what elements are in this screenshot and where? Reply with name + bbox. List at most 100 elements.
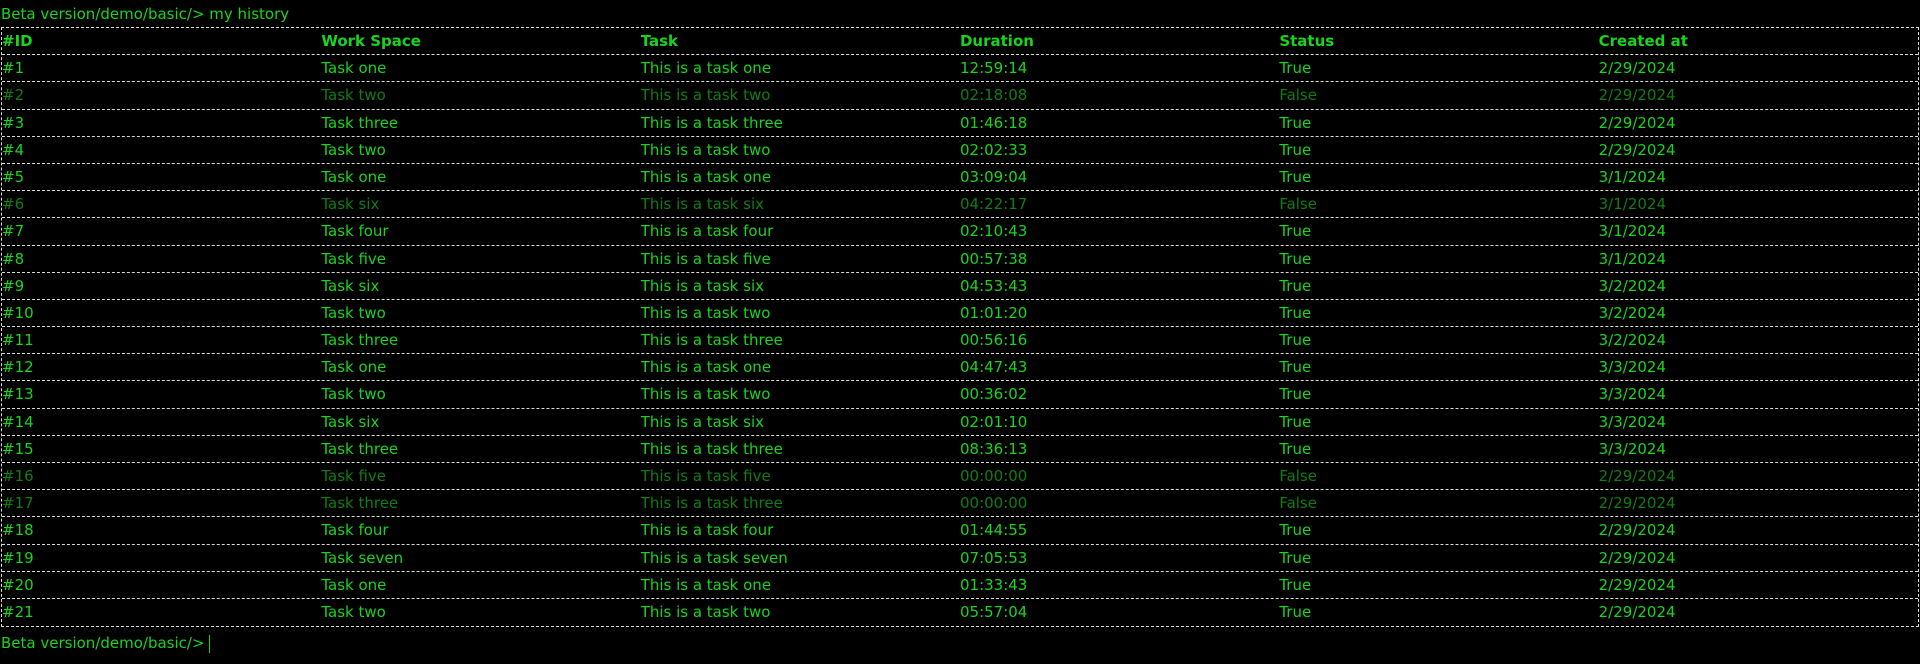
text-cursor <box>208 634 210 653</box>
cell-created-at: 2/29/2024 <box>1598 575 1676 594</box>
cell-created-at: 2/29/2024 <box>1598 86 1676 105</box>
cell-workspace: Task two <box>321 303 386 322</box>
cell-id: #14 <box>2 412 34 431</box>
cell-status: True <box>1279 249 1312 268</box>
table-row: #14 Task six This is a task six 02:01:10 Tru… <box>2 409 1918 436</box>
cell-created-at: 3/1/2024 <box>1598 167 1667 186</box>
cell-task: This is a task three <box>640 331 783 350</box>
table-row: #1 Task one This is a task one 12:59:14 True… <box>2 55 1918 83</box>
cell-id: #5 <box>2 167 25 186</box>
cell-created-at: 2/29/2024 <box>1598 113 1676 132</box>
column-header-duration: Duration <box>959 32 1034 50</box>
cell-duration: 01:44:55 <box>959 521 1028 540</box>
cell-workspace: Task seven <box>321 548 404 567</box>
cell-duration: 12:59:14 <box>959 59 1028 78</box>
table-row: #4 Task two This is a task two 02:02:33 True… <box>2 137 1918 164</box>
cell-workspace: Task four <box>321 521 389 540</box>
cell-id: #18 <box>2 521 34 540</box>
cell-duration: 02:18:08 <box>959 86 1028 105</box>
cell-created-at: 2/29/2024 <box>1598 602 1676 621</box>
cell-duration: 07:05:53 <box>959 548 1028 567</box>
table-row: #5 Task one This is a task one 03:09:04 True… <box>2 164 1918 192</box>
cell-id: #13 <box>2 385 34 404</box>
column-header-task: Task <box>640 32 678 50</box>
cell-status: True <box>1279 331 1312 350</box>
cell-id: #16 <box>2 467 34 485</box>
cell-task: This is a task four <box>640 222 774 241</box>
cell-duration: 01:33:43 <box>959 575 1028 594</box>
cell-duration: 00:56:16 <box>959 331 1028 350</box>
cell-workspace: Task one <box>321 575 387 594</box>
cell-id: #4 <box>2 140 25 159</box>
cell-created-at: 2/29/2024 <box>1598 59 1676 78</box>
cell-id: #8 <box>2 249 25 268</box>
cell-created-at: 3/2/2024 <box>1598 276 1667 295</box>
cell-workspace: Task six <box>321 412 380 431</box>
cell-task: This is a task four <box>640 521 774 540</box>
cell-created-at: 2/29/2024 <box>1598 548 1676 567</box>
cell-id: #21 <box>2 602 34 621</box>
cell-status: True <box>1279 222 1312 241</box>
cell-id: #20 <box>2 575 34 594</box>
cell-id: #12 <box>2 358 34 377</box>
cell-created-at: 3/1/2024 <box>1598 249 1667 268</box>
cell-workspace: Task three <box>321 439 399 458</box>
cell-created-at: 2/29/2024 <box>1598 467 1676 485</box>
cell-created-at: 2/29/2024 <box>1598 140 1676 159</box>
cell-status: True <box>1279 113 1312 132</box>
cell-workspace: Task three <box>321 113 399 132</box>
column-header-status: Status <box>1279 32 1335 50</box>
cell-workspace: Task one <box>321 358 387 377</box>
cell-id: #7 <box>2 222 25 241</box>
prompt-command: my history <box>209 5 290 23</box>
cell-task: This is a task two <box>640 86 771 105</box>
input-prompt[interactable]: Beta version/demo/basic/> <box>1 632 210 654</box>
cell-task: This is a task five <box>640 467 771 485</box>
table-row: #19 Task seven This is a task seven 07:05:5… <box>2 545 1918 572</box>
cell-workspace: Task five <box>321 249 387 268</box>
cell-created-at: 3/1/2024 <box>1598 222 1667 241</box>
cell-created-at: 3/1/2024 <box>1598 195 1667 214</box>
cell-duration: 02:10:43 <box>959 222 1028 241</box>
cell-workspace: Task three <box>321 494 399 513</box>
cell-duration: 02:02:33 <box>959 140 1028 159</box>
cell-id: #1 <box>2 59 25 78</box>
cell-created-at: 3/3/2024 <box>1598 412 1667 431</box>
table-row: #15 Task three This is a task three 08:36:1… <box>2 436 1918 463</box>
history-table: #ID Work Space Task Duration Status Crea… <box>1 27 1919 628</box>
table-row: #7 Task four This is a task four 02:10:43 Tr… <box>2 218 1918 246</box>
cell-duration: 00:57:38 <box>959 249 1028 268</box>
table-row: #18 Task four This is a task four 01:44:55 T… <box>2 517 1918 545</box>
column-header-id: #ID <box>2 32 33 50</box>
cell-created-at: 3/2/2024 <box>1598 303 1667 322</box>
table-header-row: #ID Work Space Task Duration Status Crea… <box>2 28 1918 56</box>
cell-created-at: 3/3/2024 <box>1598 385 1667 404</box>
cell-duration: 00:00:00 <box>959 467 1028 485</box>
cell-task: This is a task one <box>640 59 772 78</box>
cell-task: This is a task two <box>640 140 771 159</box>
cell-status: True <box>1279 358 1312 377</box>
table-row: #16 Task five This is a task five 00:00:00 F… <box>2 463 1918 491</box>
cell-status: False <box>1279 86 1317 105</box>
column-header-created-at: Created at <box>1598 32 1688 50</box>
cell-task: This is a task six <box>640 412 764 431</box>
cell-workspace: Task one <box>321 59 387 78</box>
cell-workspace: Task three <box>321 331 399 350</box>
cell-workspace: Task two <box>321 602 386 621</box>
cell-id: #11 <box>2 331 34 350</box>
cell-created-at: 3/3/2024 <box>1598 358 1667 377</box>
cell-duration: 08:36:13 <box>959 439 1028 458</box>
cell-task: This is a task six <box>640 195 764 214</box>
cell-created-at: 3/2/2024 <box>1598 331 1667 350</box>
cell-status: True <box>1279 602 1312 621</box>
cell-workspace: Task five <box>321 467 387 485</box>
cell-duration: 04:47:43 <box>959 358 1028 377</box>
column-header-workspace: Work Space <box>321 32 421 50</box>
cell-task: This is a task three <box>640 494 783 513</box>
table-row: #12 Task one This is a task one 04:47:43 Tru… <box>2 354 1918 382</box>
cell-status: True <box>1279 385 1312 404</box>
cell-status: True <box>1279 59 1312 78</box>
cell-id: #10 <box>2 303 34 322</box>
cell-status: True <box>1279 412 1312 431</box>
cell-id: #3 <box>2 113 25 132</box>
